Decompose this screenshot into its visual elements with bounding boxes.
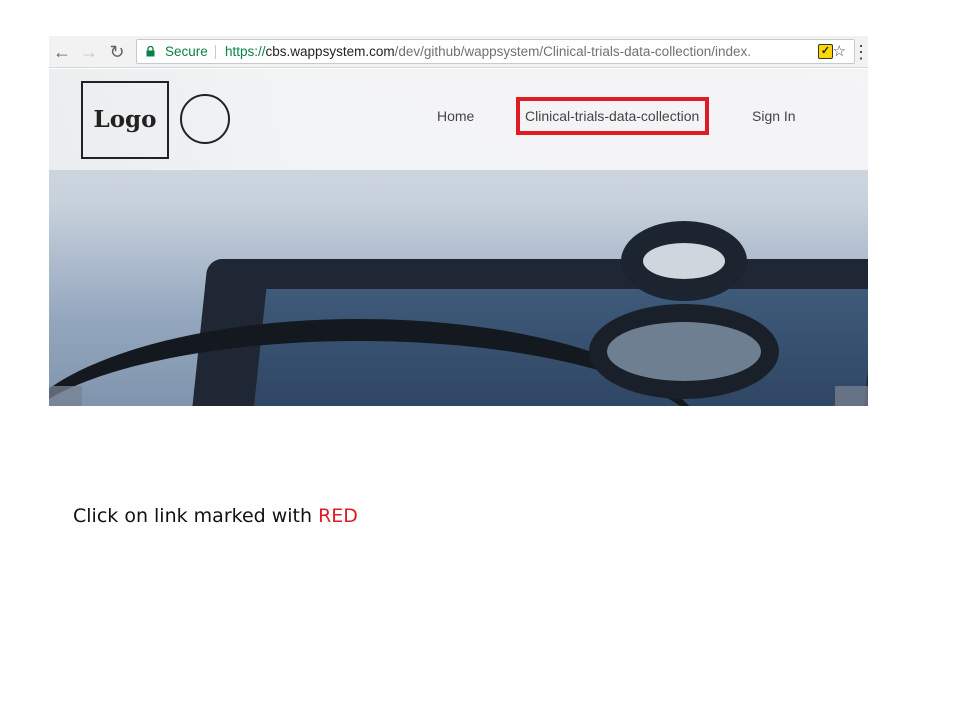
webpage: Logo Home Clinical-trials-data-collectio…: [49, 69, 868, 406]
back-arrow-icon[interactable]: ←: [52, 41, 72, 63]
forward-arrow-icon[interactable]: →: [79, 41, 99, 63]
logo-circle-icon: [180, 94, 230, 144]
stethoscope-diaphragm-shape: [621, 221, 747, 301]
browser-toolbar: ← → ↻ Secure https://cbs.wappsystem.com/…: [49, 36, 870, 68]
extension-check-icon[interactable]: ✓: [818, 44, 833, 59]
kebab-menu-icon[interactable]: ⋮: [852, 41, 870, 63]
address-bar[interactable]: Secure https://cbs.wappsystem.com/dev/gi…: [136, 39, 855, 64]
nav-home-link[interactable]: Home: [437, 108, 474, 124]
secure-label: Secure: [165, 44, 208, 59]
carousel-next-button[interactable]: [835, 386, 868, 406]
url-scheme: https://: [225, 44, 266, 59]
red-highlight-box: [516, 97, 709, 135]
site-logo[interactable]: Logo: [81, 81, 169, 159]
url-path: /dev/github/wappsystem/Clinical-trials-d…: [394, 44, 751, 59]
logo-text: Logo: [93, 106, 157, 133]
url-host: cbs.wappsystem.com: [265, 44, 395, 59]
stethoscope-chestpiece-shape: [589, 304, 779, 399]
url-text: https://cbs.wappsystem.com/dev/github/wa…: [225, 40, 825, 63]
bookmark-star-icon[interactable]: ☆: [833, 40, 846, 63]
lock-icon: [146, 46, 155, 57]
omnibox-separator: [215, 45, 216, 59]
reload-icon[interactable]: ↻: [107, 41, 127, 63]
carousel-prev-button[interactable]: [49, 386, 82, 406]
instruction-text: Click on link marked with RED: [73, 505, 358, 527]
instruction-highlight: RED: [318, 505, 358, 527]
instruction-main: Click on link marked with: [73, 505, 319, 527]
nav-sign-in-link[interactable]: Sign In: [752, 108, 796, 124]
